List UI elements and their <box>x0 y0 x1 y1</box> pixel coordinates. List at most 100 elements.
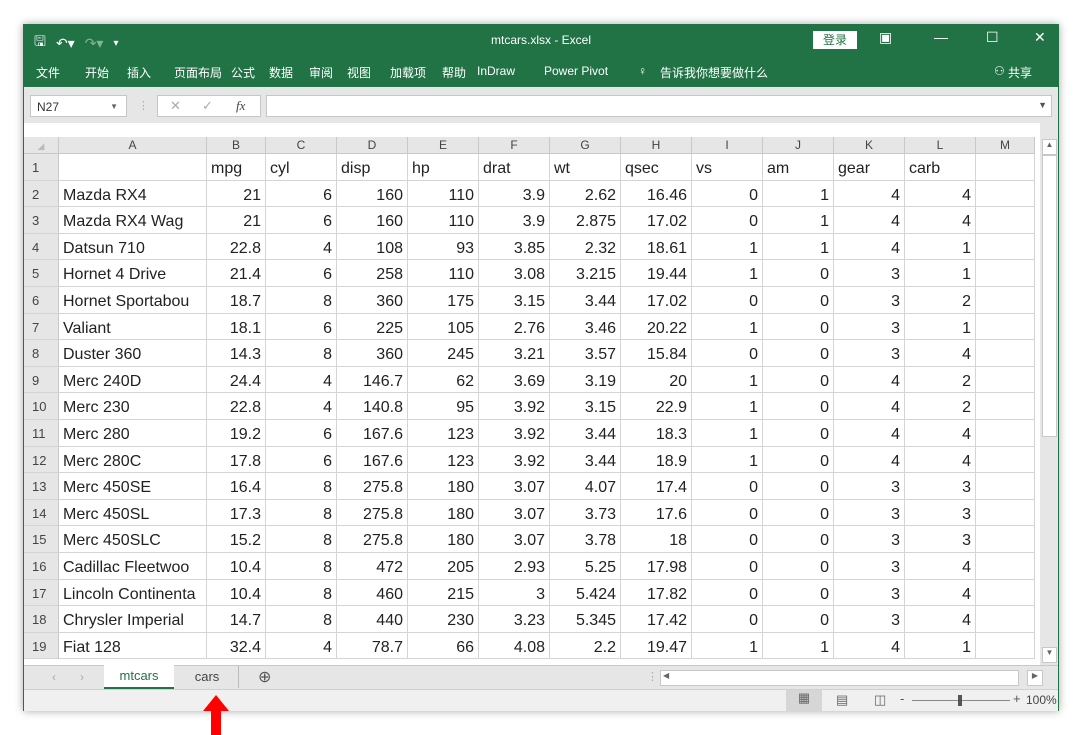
column-header[interactable]: F <box>479 137 550 154</box>
column-header[interactable]: A <box>59 137 207 154</box>
table-cell[interactable]: 245 <box>408 340 479 367</box>
table-cell[interactable]: 0 <box>692 606 763 633</box>
table-cell[interactable]: 3 <box>479 579 550 607</box>
table-cell[interactable]: Merc 280 <box>59 420 207 447</box>
row-header[interactable]: 12 <box>24 446 59 474</box>
table-cell[interactable]: 4 <box>834 632 905 660</box>
split-handle-icon[interactable]: ⋮ <box>647 670 658 683</box>
ribbon-tab[interactable]: 视图 <box>347 64 371 81</box>
table-cell[interactable]: 16.46 <box>621 180 692 208</box>
table-cell[interactable]: 275.8 <box>337 473 408 500</box>
table-cell[interactable]: 3 <box>834 606 905 633</box>
table-cell[interactable]: 6 <box>266 180 337 208</box>
row-header[interactable]: 2 <box>24 180 59 208</box>
row-header[interactable]: 3 <box>24 207 59 234</box>
table-cell[interactable]: 6 <box>266 446 337 474</box>
table-cell[interactable]: 167.6 <box>337 446 408 474</box>
table-cell[interactable]: 17.98 <box>621 553 692 580</box>
ribbon-tab[interactable]: 公式 <box>231 64 255 81</box>
table-cell[interactable]: 440 <box>337 606 408 633</box>
table-cell[interactable]: 15.84 <box>621 340 692 367</box>
table-cell[interactable]: 4 <box>905 420 976 447</box>
table-cell[interactable]: 0 <box>692 526 763 553</box>
table-cell[interactable]: 8 <box>266 526 337 553</box>
table-cell[interactable]: 5.424 <box>550 579 621 607</box>
table-cell[interactable]: 8 <box>266 287 337 314</box>
row-header[interactable]: 15 <box>24 526 59 553</box>
table-cell[interactable]: 2.875 <box>550 207 621 234</box>
table-cell[interactable]: 4 <box>905 553 976 580</box>
cancel-icon[interactable]: ✕ <box>170 98 181 114</box>
table-cell[interactable]: 460 <box>337 579 408 607</box>
table-cell[interactable]: 22.8 <box>207 393 266 420</box>
share-button[interactable]: 共享 <box>1008 64 1032 81</box>
table-cell[interactable]: 146.7 <box>337 366 408 394</box>
table-cell[interactable]: 1 <box>692 420 763 447</box>
table-cell[interactable]: Mazda RX4 <box>59 180 207 208</box>
table-cell[interactable]: 3 <box>834 499 905 527</box>
empty-cell[interactable] <box>976 632 1035 660</box>
table-cell[interactable]: 180 <box>408 499 479 527</box>
table-cell[interactable]: 6 <box>266 313 337 341</box>
table-cell[interactable]: 2 <box>905 366 976 394</box>
table-cell[interactable]: 3.57 <box>550 340 621 367</box>
header-cell[interactable]: mpg <box>207 154 266 181</box>
empty-cell[interactable] <box>976 473 1035 500</box>
table-cell[interactable]: 275.8 <box>337 499 408 527</box>
ribbon-tab[interactable]: 帮助 <box>442 64 466 81</box>
table-cell[interactable]: 175 <box>408 287 479 314</box>
table-cell[interactable]: 15.2 <box>207 526 266 553</box>
ribbon-tab[interactable]: InDraw <box>477 64 515 78</box>
header-cell[interactable]: cyl <box>266 154 337 181</box>
table-cell[interactable]: 2.32 <box>550 233 621 261</box>
table-cell[interactable]: 21.4 <box>207 260 266 287</box>
row-header[interactable]: 8 <box>24 340 59 367</box>
empty-cell[interactable] <box>976 526 1035 553</box>
table-cell[interactable]: 3 <box>834 287 905 314</box>
table-cell[interactable]: 66 <box>408 632 479 660</box>
table-cell[interactable]: 108 <box>337 233 408 261</box>
table-cell[interactable]: 4 <box>905 446 976 474</box>
table-cell[interactable]: Fiat 128 <box>59 632 207 660</box>
empty-cell[interactable] <box>976 606 1035 633</box>
table-cell[interactable]: 16.4 <box>207 473 266 500</box>
empty-cell[interactable] <box>976 420 1035 447</box>
page-layout-view-icon[interactable]: ▤ <box>836 692 848 708</box>
table-cell[interactable]: 17.02 <box>621 287 692 314</box>
sheet-tab-mtcars[interactable]: mtcars <box>104 665 174 689</box>
next-sheet-icon[interactable]: › <box>80 670 84 684</box>
column-header[interactable]: C <box>266 137 337 154</box>
table-cell[interactable]: 4 <box>905 606 976 633</box>
table-cell[interactable]: 0 <box>692 340 763 367</box>
table-cell[interactable]: 4 <box>266 233 337 261</box>
table-cell[interactable]: 3.73 <box>550 499 621 527</box>
table-cell[interactable]: Merc 240D <box>59 366 207 394</box>
table-cell[interactable]: 14.3 <box>207 340 266 367</box>
table-cell[interactable]: Hornet Sportabou <box>59 287 207 314</box>
table-cell[interactable]: 1 <box>692 260 763 287</box>
header-cell[interactable]: vs <box>692 154 763 181</box>
table-cell[interactable]: 160 <box>337 180 408 208</box>
table-cell[interactable]: 1 <box>763 632 834 660</box>
row-header[interactable]: 1 <box>24 154 59 181</box>
table-cell[interactable]: 4 <box>905 180 976 208</box>
table-cell[interactable]: 4.07 <box>550 473 621 500</box>
row-header[interactable]: 4 <box>24 233 59 261</box>
table-cell[interactable]: 1 <box>763 207 834 234</box>
table-cell[interactable]: 1 <box>692 233 763 261</box>
ribbon-tab[interactable]: 文件 <box>36 64 60 81</box>
empty-cell[interactable] <box>976 393 1035 420</box>
table-cell[interactable]: 4 <box>266 393 337 420</box>
row-header[interactable]: 6 <box>24 287 59 314</box>
column-header[interactable]: J <box>763 137 834 154</box>
table-cell[interactable]: 10.4 <box>207 553 266 580</box>
table-cell[interactable]: 18 <box>621 526 692 553</box>
ribbon-tab[interactable]: 数据 <box>269 64 293 81</box>
row-header[interactable]: 9 <box>24 366 59 394</box>
table-cell[interactable]: 17.02 <box>621 207 692 234</box>
table-cell[interactable]: 3 <box>905 499 976 527</box>
table-cell[interactable]: 4 <box>905 340 976 367</box>
table-cell[interactable]: 0 <box>763 287 834 314</box>
table-cell[interactable]: 205 <box>408 553 479 580</box>
table-cell[interactable]: 3.69 <box>479 366 550 394</box>
